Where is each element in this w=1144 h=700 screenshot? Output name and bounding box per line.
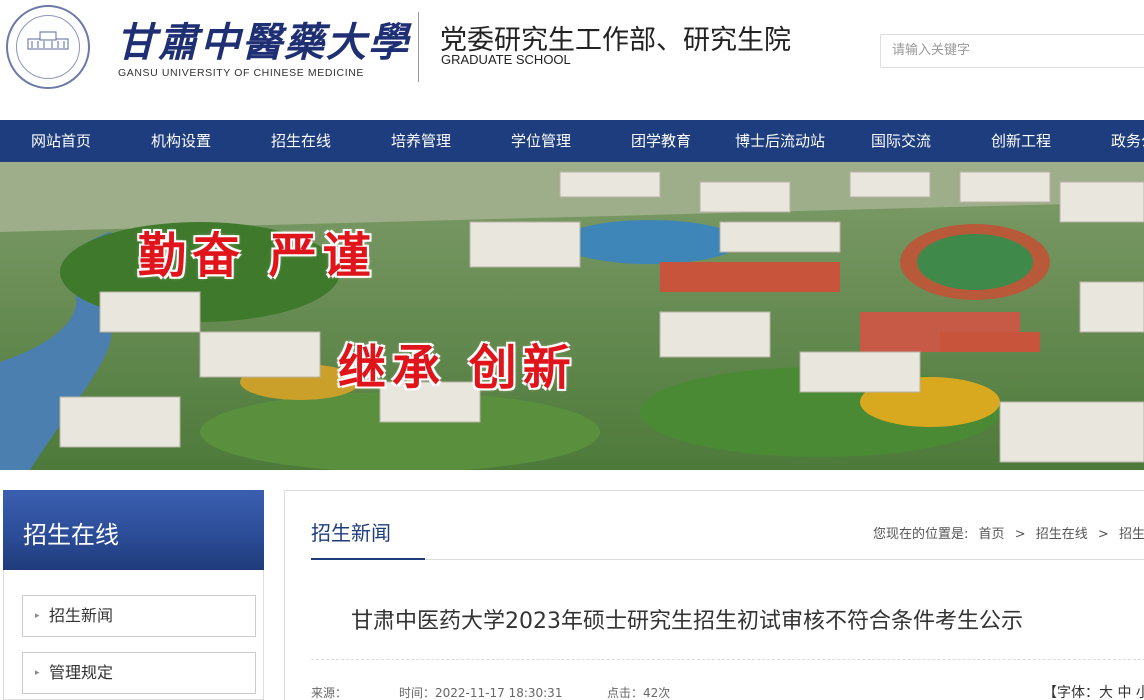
sidebar-title: 招生在线 — [23, 521, 119, 549]
sidebar-menu: ▸ 招生新闻 ▸ 管理规定 — [3, 570, 264, 700]
nav-item-affairs[interactable]: 政务公开 — [1111, 120, 1144, 162]
nav-item-degree[interactable]: 学位管理 — [511, 120, 571, 162]
article-time: 时间：2022-11-17 18:30:31 — [399, 686, 563, 700]
meta-divider — [311, 659, 1144, 660]
chevron-right-icon: ▸ — [35, 611, 40, 621]
breadcrumb-news[interactable]: 招生新闻 — [1119, 527, 1144, 542]
section-tab-underline — [311, 558, 425, 560]
search-input[interactable]: 请输入关键字 — [880, 34, 1144, 68]
sidebar-item-label: 管理规定 — [49, 663, 114, 682]
section-tab[interactable]: 招生新闻 — [311, 517, 391, 546]
main-content: 招生新闻 您现在的位置是: 首页 > 招生在线 > 招生新闻 甘肃中医药大学20… — [284, 490, 1144, 700]
nav-item-admissions[interactable]: 招生在线 — [271, 120, 331, 162]
breadcrumb-prefix: 您现在的位置是: — [873, 527, 969, 542]
banner-slogan-1: 勤奋 严谨 — [138, 228, 377, 284]
article-title: 甘肃中医药大学2023年硕士研究生招生初试审核不符合条件考生公示 — [351, 609, 1023, 634]
nav-item-league[interactable]: 团学教育 — [631, 120, 691, 162]
sidebar-header: 招生在线 — [3, 490, 264, 570]
breadcrumb-home[interactable]: 首页 — [979, 527, 1005, 542]
nav-item-training[interactable]: 培养管理 — [391, 120, 451, 162]
university-name-en: GANSU UNIVERSITY OF CHINESE MEDICINE — [118, 67, 365, 79]
nav-item-postdoc[interactable]: 博士后流动站 — [735, 120, 825, 162]
nav-item-innovation[interactable]: 创新工程 — [991, 120, 1051, 162]
sidebar-item-regulations[interactable]: ▸ 管理规定 — [22, 652, 256, 694]
university-name-cn[interactable]: 甘肅中醫藥大學 — [116, 10, 410, 68]
section-rule — [311, 559, 1144, 560]
university-seal-logo[interactable] — [6, 5, 90, 89]
nav-item-home[interactable]: 网站首页 — [31, 120, 91, 162]
sidebar-item-admission-news[interactable]: ▸ 招生新闻 — [22, 595, 256, 637]
breadcrumb-admissions[interactable]: 招生在线 — [1036, 527, 1088, 542]
font-size-switcher[interactable]: 【字体：大 中 小】 — [1043, 682, 1144, 700]
breadcrumb: 您现在的位置是: 首页 > 招生在线 > 招生新闻 — [873, 523, 1144, 542]
department-name-en: GRADUATE SCHOOL — [441, 52, 571, 67]
header-divider — [418, 12, 419, 82]
banner-slogan-2: 继承 创新 — [338, 340, 577, 396]
sidebar-item-label: 招生新闻 — [49, 606, 114, 625]
chevron-right-icon: ▸ — [35, 668, 40, 678]
main-nav: 网站首页 机构设置 招生在线 培养管理 学位管理 团学教育 博士后流动站 国际交… — [0, 120, 1144, 162]
campus-aerial-image — [0, 162, 1144, 470]
site-header: 甘肅中醫藥大學 GANSU UNIVERSITY OF CHINESE MEDI… — [0, 0, 1144, 120]
nav-item-organization[interactable]: 机构设置 — [151, 120, 211, 162]
campus-banner: 勤奋 严谨 继承 创新 — [0, 162, 1144, 470]
article-clicks: 点击：42次 — [607, 686, 671, 700]
breadcrumb-separator: > — [1097, 527, 1109, 542]
article-source: 来源： — [311, 686, 348, 700]
seal-building-icon — [27, 31, 69, 50]
nav-item-international[interactable]: 国际交流 — [871, 120, 931, 162]
breadcrumb-separator: > — [1014, 527, 1026, 542]
